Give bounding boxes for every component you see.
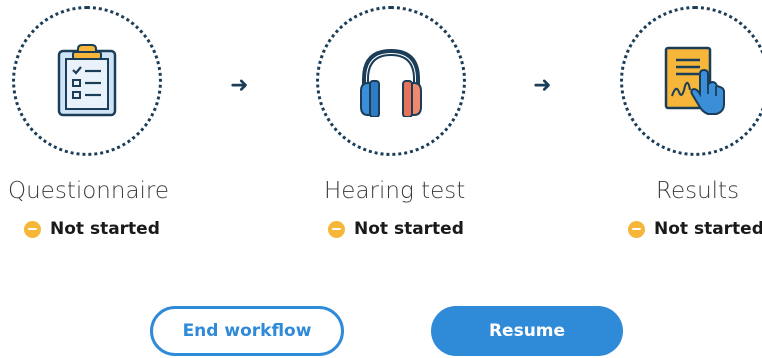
clipboard-checklist-icon: [57, 44, 117, 117]
arrow-right-icon: ➜: [230, 72, 249, 97]
results-status: Not started: [628, 219, 762, 239]
pending-status-icon: [24, 220, 41, 238]
questionnaire-status: Not started: [24, 219, 160, 239]
hearing-test-title: Hearing test: [324, 178, 466, 204]
results-title: Results: [656, 178, 740, 204]
questionnaire-title: Questionnaire: [8, 178, 170, 204]
results-status-label: Not started: [654, 219, 762, 239]
pending-status-icon: [328, 220, 345, 238]
hearing-test-icon-circle: [316, 6, 466, 156]
hearing-test-status-label: Not started: [354, 219, 464, 239]
questionnaire-icon-circle: [12, 6, 162, 156]
pending-status-icon: [628, 220, 645, 238]
results-icon-circle: [620, 6, 762, 156]
signed-document-icon: [664, 46, 725, 115]
end-workflow-button[interactable]: End workflow: [150, 306, 344, 356]
headphones-icon: [360, 48, 422, 117]
hearing-test-status: Not started: [328, 219, 464, 239]
arrow-right-icon: ➜: [533, 72, 552, 97]
resume-button[interactable]: Resume: [431, 306, 623, 356]
questionnaire-status-label: Not started: [50, 219, 160, 239]
